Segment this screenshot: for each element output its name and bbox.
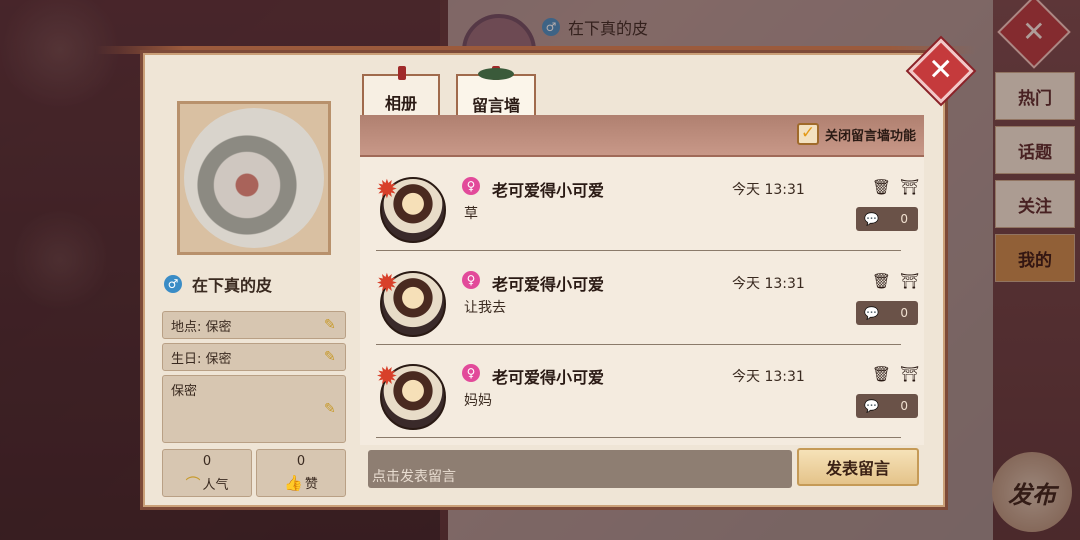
female-icon: ♀ — [462, 364, 480, 382]
pencil-icon[interactable]: ✎ — [324, 350, 339, 365]
pin-icon — [398, 66, 406, 80]
reply-button[interactable]: 💬 0 — [856, 207, 918, 231]
checkbox-icon[interactable]: ✓ — [796, 123, 819, 145]
reply-button[interactable]: 💬 0 — [856, 301, 918, 325]
comment-icon: 💬 — [864, 399, 879, 413]
trash-icon[interactable]: 🗑 — [872, 273, 891, 289]
maple-leaf-icon: ✹ — [376, 362, 398, 392]
report-icon[interactable]: ⛩ — [900, 179, 919, 195]
reply-button[interactable]: 💬 0 — [856, 394, 918, 418]
disable-wall-toggle[interactable]: ✓ 关闭留言墙功能 — [796, 123, 916, 145]
message-input[interactable]: 点击发表留言 — [368, 450, 792, 488]
avatar-image — [184, 108, 324, 248]
trash-icon[interactable]: 🗑 — [872, 179, 891, 195]
post-message-button[interactable]: 发表留言 — [797, 448, 919, 486]
leaf-icon — [478, 68, 514, 80]
trash-icon[interactable]: 🗑 — [872, 366, 891, 382]
bio-field[interactable]: 保密 ✎ — [162, 375, 346, 443]
list-item: ✹ ♀ 老可爱得小可爱 今天 13:31 草 🗑 ⛩ 💬 0 — [376, 157, 919, 251]
birthday-field[interactable]: 生日: 保密 ✎ — [162, 343, 346, 371]
popularity-icon: ⌒ — [185, 475, 201, 493]
message-list[interactable]: ✹ ♀ 老可爱得小可爱 今天 13:31 草 🗑 ⛩ 💬 0 ✹ ♀ 老可爱得小… — [360, 157, 924, 445]
comment-icon: 💬 — [864, 306, 879, 320]
female-icon: ♀ — [462, 177, 480, 195]
close-icon: ✕ — [928, 52, 954, 88]
list-item: ✹ ♀ 老可爱得小可爱 今天 13:31 妈妈 🗑 ⛩ 💬 0 — [376, 344, 919, 438]
report-icon[interactable]: ⛩ — [900, 366, 919, 382]
pencil-icon[interactable]: ✎ — [324, 402, 339, 417]
popularity-stat: 0 ⌒ 人气 — [162, 449, 252, 497]
male-icon: ♂ — [164, 275, 182, 293]
thumbs-up-icon: 👍 — [284, 473, 303, 492]
report-icon[interactable]: ⛩ — [900, 273, 919, 289]
pencil-icon[interactable]: ✎ — [324, 318, 339, 333]
comment-icon: 💬 — [864, 212, 879, 226]
profile-name: ♂ 在下真的皮 — [164, 272, 272, 296]
maple-leaf-icon: ✹ — [376, 269, 398, 299]
profile-avatar[interactable] — [177, 101, 331, 255]
likes-stat[interactable]: 0 👍 赞 — [256, 449, 346, 497]
maple-leaf-icon: ✹ — [376, 175, 398, 205]
location-field[interactable]: 地点: 保密 ✎ — [162, 311, 346, 339]
wall-header: ✓ 关闭留言墙功能 — [360, 115, 924, 157]
list-item: ✹ ♀ 老可爱得小可爱 今天 13:31 让我去 🗑 ⛩ 💬 0 — [376, 251, 919, 345]
female-icon: ♀ — [462, 271, 480, 289]
